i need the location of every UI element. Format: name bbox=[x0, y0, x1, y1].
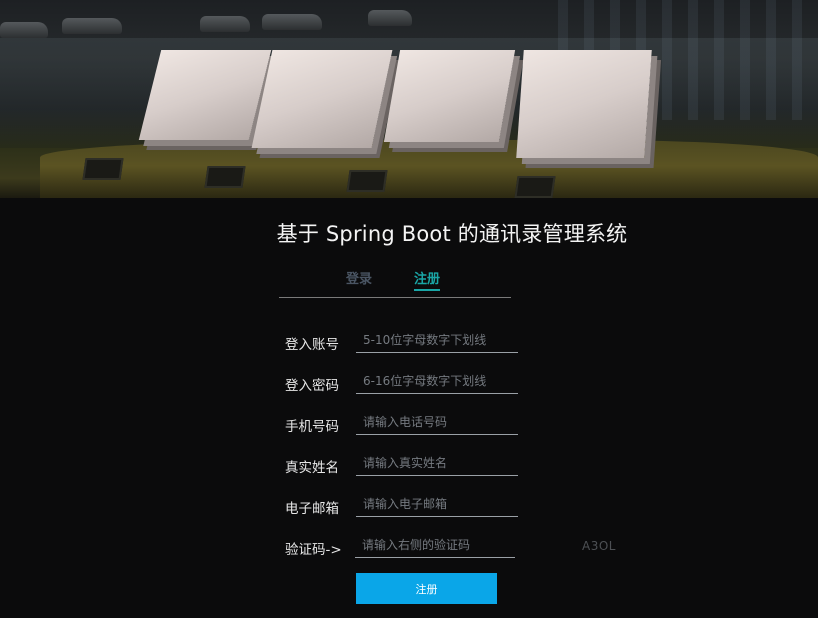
register-page: 基于 Spring Boot 的通讯录管理系统 登录 注册 登入账号 登入密码 … bbox=[0, 0, 818, 618]
email-input[interactable] bbox=[356, 492, 518, 517]
form-row-email: 电子邮箱 bbox=[285, 492, 525, 518]
captcha-label: 验证码-> bbox=[285, 542, 342, 558]
banner-car bbox=[0, 22, 48, 38]
password-input[interactable] bbox=[356, 369, 518, 394]
banner-ground-lamp bbox=[204, 166, 246, 188]
banner-stone-letter bbox=[251, 50, 393, 148]
register-button[interactable]: 注册 bbox=[356, 573, 497, 604]
form-row-phone: 手机号码 bbox=[285, 410, 525, 436]
banner-ground-lamp bbox=[514, 176, 556, 198]
email-label: 电子邮箱 bbox=[285, 501, 339, 517]
captcha-image[interactable]: A3OL bbox=[582, 539, 616, 553]
banner-car bbox=[62, 18, 122, 34]
banner-stone-letter bbox=[516, 50, 652, 158]
banner-ground-lamp bbox=[82, 158, 124, 180]
banner-ground-lamp bbox=[346, 170, 388, 192]
banner-image bbox=[0, 0, 818, 198]
realname-label: 真实姓名 bbox=[285, 460, 339, 476]
form-row-realname: 真实姓名 bbox=[285, 451, 525, 477]
page-title: 基于 Spring Boot 的通讯录管理系统 bbox=[276, 222, 628, 246]
form-row-captcha: 验证码-> bbox=[285, 533, 525, 559]
banner-car bbox=[262, 14, 322, 30]
banner-car bbox=[368, 10, 412, 26]
form-row-account: 登入账号 bbox=[285, 328, 525, 354]
banner-car bbox=[200, 16, 250, 32]
banner-stone-letter bbox=[138, 50, 272, 140]
captcha-input[interactable] bbox=[355, 533, 515, 558]
account-input[interactable] bbox=[356, 328, 518, 353]
form-row-password: 登入密码 bbox=[285, 369, 525, 395]
password-label: 登入密码 bbox=[285, 378, 339, 394]
phone-input[interactable] bbox=[356, 410, 518, 435]
realname-input[interactable] bbox=[356, 451, 518, 476]
auth-tabs: 登录 注册 bbox=[279, 268, 511, 298]
banner-grass bbox=[40, 140, 818, 198]
banner-parked-cars bbox=[0, 10, 420, 42]
tab-register[interactable]: 注册 bbox=[414, 268, 441, 291]
phone-label: 手机号码 bbox=[285, 419, 339, 435]
tab-login[interactable]: 登录 bbox=[346, 268, 372, 289]
banner-stone-letter bbox=[383, 50, 516, 142]
account-label: 登入账号 bbox=[285, 337, 339, 353]
